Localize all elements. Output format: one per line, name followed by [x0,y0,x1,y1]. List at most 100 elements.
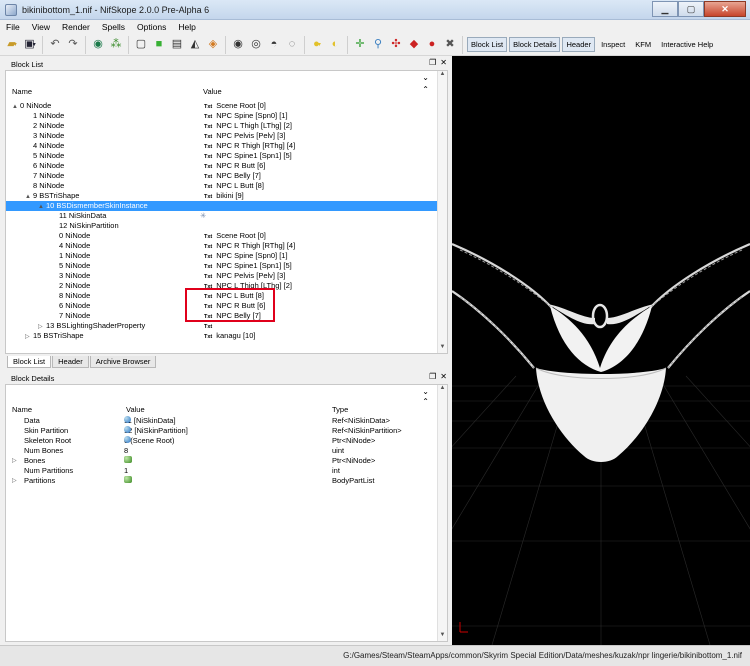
block-row[interactable]: 6 NiNode Txt NPC R Butt [6] [6,161,437,171]
toggle-block-list[interactable]: Block List [467,37,508,52]
window-controls: ▁ ▢ ✕ [652,1,746,17]
float-panel-icon[interactable]: ❐ [429,58,436,67]
menu-options[interactable]: Options [131,22,172,32]
block-row[interactable]: 3 NiNode Txt NPC Pelvis [Pelv] [3] [6,271,437,281]
marker-icon[interactable]: ● [424,37,440,53]
visibility-eye-icon[interactable]: ◉ [230,37,246,53]
toggle-block-details[interactable]: Block Details [509,37,561,52]
close-button[interactable]: ✕ [704,1,746,17]
details-float-icon[interactable]: ❐ [429,372,436,381]
block-row[interactable]: 0 NiNode Txt Scene Root [0] [6,231,437,241]
menu-spells[interactable]: Spells [96,22,131,32]
block-row[interactable]: 1 NiNode Txt NPC Spine [Spn0] [1] [6,111,437,121]
detail-expand-icon[interactable]: ▷ [12,456,17,466]
detail-value[interactable]: 0 (Scene Root) [124,436,174,446]
block-row[interactable]: ▲ 10 BSDismemberSkinInstance [6,201,437,211]
detail-row[interactable]: ▷ Bones Ptr<NiNode> [6,456,437,466]
wire-box-icon[interactable]: ▤ [169,37,185,53]
block-row[interactable]: 1 NiNode Txt NPC Spine [Spn0] [1] [6,251,437,261]
block-row[interactable]: 3 NiNode Txt NPC Pelvis [Pelv] [3] [6,131,437,141]
solid-box-icon[interactable]: ■ [151,37,167,53]
circle-icon[interactable]: ◌ [284,37,300,53]
detail-type: uint [332,446,345,455]
nodes-icon[interactable]: ⁂ [108,37,124,53]
detail-row[interactable]: Num Partitions 1 int [6,466,437,476]
havok-icon[interactable]: ◆ [406,37,422,53]
expand-arrow-icon[interactable]: ▷ [25,332,33,342]
details-column-name[interactable]: Name [12,405,32,414]
detail-value[interactable]: 11 [NiSkinData] [124,416,176,426]
furniture-icon[interactable]: ✖ [442,37,458,53]
block-row[interactable]: 7 NiNode Txt NPC Belly [7] [6,171,437,181]
block-row[interactable]: 12 NiSkinPartition [6,221,437,231]
block-row[interactable]: 5 NiNode Txt NPC Spine1 [Spn1] [5] [6,261,437,271]
detail-value[interactable]: 8 [124,446,128,456]
detail-expand-icon[interactable]: ▷ [12,476,17,486]
render-viewport[interactable] [452,56,750,645]
block-row[interactable]: ▲ 0 NiNode Txt Scene Root [0] [6,101,437,111]
block-row[interactable]: 4 NiNode Txt NPC R Thigh [RThg] [4] [6,241,437,251]
detail-row[interactable]: Skeleton Root 0 (Scene Root) Ptr<NiNode> [6,436,437,446]
detail-value[interactable]: 1 [124,466,128,476]
light-bulb-icon[interactable]: ● [309,37,325,53]
block-row[interactable]: ▷ 15 BSTriShape Txt kanagu [10] [6,331,437,341]
redo-icon[interactable]: ↷ [65,37,81,53]
bounding-box-icon[interactable]: ▢ [133,37,149,53]
color-icon[interactable]: ◐ [327,37,343,53]
detail-value[interactable]: 12 [NiSkinPartition] [124,426,188,436]
menu-view[interactable]: View [26,22,56,32]
open-folder-icon[interactable]: ▰ [4,37,20,53]
undo-icon[interactable]: ↶ [47,37,63,53]
scroll-up-icon[interactable]: ▲ [438,71,447,80]
constraint-icon[interactable]: ✣ [388,37,404,53]
details-scrollbar[interactable]: ▲ ▼ [437,385,447,641]
detail-row[interactable]: Skin Partition 12 [NiSkinPartition] Ref<Ni… [6,426,437,436]
details-column-type[interactable]: Type [332,405,348,414]
menu-file[interactable]: File [0,22,26,32]
details-scroll-up-icon[interactable]: ▲ [438,385,447,394]
tab-header[interactable]: Header [52,356,89,368]
block-row[interactable]: 8 NiNode Txt NPC L Butt [8] [6,181,437,191]
tab-block-list[interactable]: Block List [7,356,52,368]
mask-icon[interactable]: ◓ [266,37,282,53]
block-row[interactable]: 11 NiSkinData ✳ [6,211,437,221]
detail-row[interactable]: ▷ Partitions BodyPartList [6,476,437,486]
details-scroll-down-icon[interactable]: ▼ [438,632,447,641]
detail-row[interactable]: Num Bones 8 uint [6,446,437,456]
toggle-kfm[interactable]: KFM [631,37,655,52]
details-collapse-icon[interactable]: ⌄ [422,387,429,396]
block-row[interactable]: 2 NiNode Txt NPC L Thigh [LThg] [2] [6,121,437,131]
block-name: 3 NiNode [25,131,64,141]
details-column-value[interactable]: Value [126,405,145,414]
axes-icon[interactable]: ✛ [352,37,368,53]
block-row[interactable]: 5 NiNode Txt NPC Spine1 [Spn1] [5] [6,151,437,161]
close-panel-icon[interactable]: ✕ [440,58,447,67]
select-mode-icon[interactable]: ◉ [90,37,106,53]
skeleton-icon[interactable]: ⚲ [370,37,386,53]
hidden-eye-icon[interactable]: ◎ [248,37,264,53]
block-row[interactable]: ▷ 13 BSLightingShaderProperty Txt [6,321,437,331]
menu-render[interactable]: Render [56,22,96,32]
toggle-inspect[interactable]: Inspect [597,37,629,52]
toggle-header[interactable]: Header [562,37,596,52]
block-row[interactable]: ▲ 9 BSTriShape Txt bikini [9] [6,191,437,201]
column-value[interactable]: Value [203,87,222,96]
detail-row[interactable]: Data 11 [NiSkinData] Ref<NiSkinData> [6,416,437,426]
tab-archive-browser[interactable]: Archive Browser [89,356,157,368]
normals-icon[interactable]: ◭ [187,37,203,53]
detail-name: Data [24,416,40,425]
collapse-all-icon[interactable]: ⌄ [422,73,429,82]
save-icon[interactable]: ▣ [22,37,38,53]
minimize-button[interactable]: ▁ [652,1,678,17]
block-value-text: Scene Root [0] [216,231,266,240]
texture-cube-icon[interactable]: ◈ [205,37,221,53]
maximize-button[interactable]: ▢ [678,1,704,17]
details-close-icon[interactable]: ✕ [440,372,447,381]
block-row[interactable]: 4 NiNode Txt NPC R Thigh [RThg] [4] [6,141,437,151]
block-details-tree[interactable]: ⌄ ⌃ Name Value Type Data 11 [NiSkinData] R… [5,384,448,642]
block-list-scrollbar[interactable]: ▲ ▼ [437,71,447,353]
toggle-interactive-help[interactable]: Interactive Help [657,37,717,52]
menu-help[interactable]: Help [172,22,201,32]
scroll-down-icon[interactable]: ▼ [438,344,447,353]
column-name[interactable]: Name [12,87,32,96]
